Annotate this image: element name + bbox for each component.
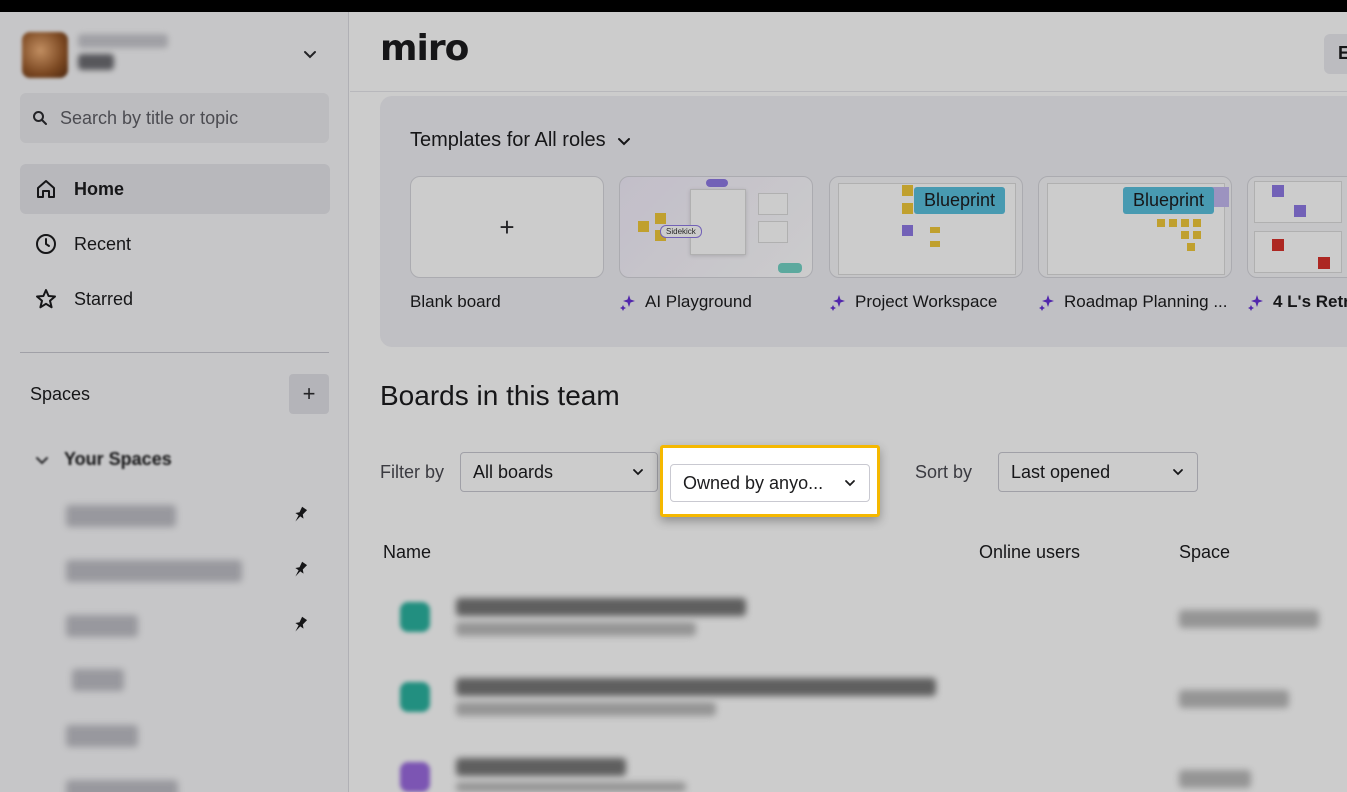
column-header-name[interactable]: Name: [383, 542, 431, 563]
blueprint-badge: Blueprint: [914, 187, 1006, 214]
home-icon: [37, 180, 55, 198]
sparkle-icon: [1039, 295, 1054, 311]
space-item-blurred[interactable]: [66, 615, 138, 637]
sidebar: Search by title or topic Home Recent Sta…: [0, 12, 349, 792]
template-thumbnail[interactable]: Blueprint: [829, 176, 1023, 278]
template-label: AI Playground: [619, 292, 813, 312]
column-header-online-users: Online users: [979, 542, 1081, 562]
board-icon: [400, 602, 430, 632]
filter-label: Filter by: [380, 462, 445, 482]
board-type-filter[interactable]: All boards: [460, 452, 658, 492]
nav-home[interactable]: Home: [20, 164, 330, 214]
templates-role-dropdown[interactable]: Templates for All roles: [410, 129, 632, 152]
nav-home-label: Home: [74, 178, 125, 199]
templates-panel: Templates for All roles + Blank board Si…: [380, 96, 1347, 347]
board-title-blurred: [456, 678, 936, 696]
owner-filter-highlight: Owned by anyo...: [660, 445, 880, 517]
board-space-blurred: [1179, 690, 1289, 708]
plus-icon: +: [499, 211, 515, 242]
owner-filter-value: Owned by anyo...: [683, 472, 824, 493]
chevron-down-icon: [1173, 469, 1183, 476]
chevron-down-icon: [633, 469, 643, 476]
space-item-blurred[interactable]: [66, 725, 138, 747]
team-subtitle-blurred: [78, 54, 114, 70]
space-item-blurred[interactable]: [72, 669, 124, 691]
board-meta-blurred: [456, 702, 716, 716]
search-input[interactable]: Search by title or topic: [20, 93, 329, 143]
sort-select[interactable]: Last opened: [998, 452, 1198, 492]
sidekick-badge: Sidekick: [660, 225, 702, 238]
column-header-space[interactable]: Space: [1179, 542, 1230, 563]
sort-select-value: Last opened: [1011, 461, 1111, 482]
chevron-down-icon: [617, 137, 630, 145]
chevron-down-icon[interactable]: [302, 46, 318, 62]
miro-logo[interactable]: miro: [380, 28, 469, 69]
sort-label: Sort by: [915, 462, 973, 482]
template-card-project-workspace[interactable]: Blueprint Project Workspace: [829, 176, 1023, 312]
main-content: miro E Templates for All roles + Blank b…: [350, 12, 1347, 792]
space-item-blurred[interactable]: [66, 505, 176, 527]
blueprint-badge: Blueprint: [1123, 187, 1215, 214]
template-thumbnail[interactable]: +: [410, 176, 604, 278]
nav-recent-label: Recent: [74, 233, 132, 254]
pin-icon[interactable]: [290, 560, 310, 580]
sparkle-icon: [620, 295, 635, 311]
spaces-heading: Spaces: [30, 384, 91, 404]
top-bar: miro E: [350, 12, 1347, 92]
templates-title: Templates for All roles: [410, 129, 606, 151]
boards-heading: Boards in this team: [380, 380, 620, 411]
chevron-down-icon: [36, 456, 48, 464]
template-thumbnail[interactable]: Blueprint: [1038, 176, 1232, 278]
your-spaces-toggle[interactable]: Your Spaces: [34, 449, 172, 470]
board-meta-blurred: [456, 782, 686, 792]
search-placeholder: Search by title or topic: [60, 107, 239, 128]
add-space-button[interactable]: +: [289, 374, 329, 414]
pin-icon[interactable]: [290, 615, 310, 635]
template-label: Roadmap Planning ...: [1038, 292, 1232, 312]
pin-icon[interactable]: [290, 505, 310, 525]
app-window: Search by title or topic Home Recent Sta…: [0, 12, 1347, 792]
template-thumbnail[interactable]: Sidekick: [619, 176, 813, 278]
space-item-blurred[interactable]: [66, 560, 242, 582]
top-right-button[interactable]: E: [1324, 34, 1347, 74]
nav-recent[interactable]: Recent: [20, 219, 330, 269]
template-label: Blank board: [410, 292, 501, 311]
chevron-down-icon: [845, 480, 855, 487]
board-space-blurred: [1179, 770, 1251, 788]
search-icon: [33, 111, 47, 125]
board-type-filter-value: All boards: [473, 461, 554, 482]
team-avatar: [22, 32, 68, 78]
template-card-roadmap-planning[interactable]: Blueprint Roadmap Planning ...: [1038, 176, 1232, 312]
nav-starred[interactable]: Starred: [20, 274, 330, 324]
template-card-4ls-retro[interactable]: 4 L's Retro: [1247, 176, 1347, 312]
team-switcher[interactable]: [20, 30, 330, 80]
board-title-blurred: [456, 758, 626, 776]
owner-filter[interactable]: Owned by anyo...: [670, 464, 870, 502]
board-title-blurred: [456, 598, 746, 616]
clock-icon: [36, 234, 56, 254]
template-card-ai-playground[interactable]: Sidekick AI Playground: [619, 176, 813, 312]
sparkle-icon: [830, 295, 845, 311]
your-spaces-label: Your Spaces: [64, 449, 172, 469]
star-icon: [36, 289, 56, 309]
sidebar-divider: [20, 352, 329, 353]
board-meta-blurred: [456, 622, 696, 636]
sparkle-icon: [1248, 295, 1263, 311]
board-icon: [400, 762, 430, 792]
template-thumbnail[interactable]: [1247, 176, 1347, 278]
template-card-blank[interactable]: + Blank board: [410, 176, 604, 312]
template-label: 4 L's Retro: [1247, 292, 1347, 312]
template-label: Project Workspace: [829, 292, 1023, 312]
board-icon: [400, 682, 430, 712]
nav-starred-label: Starred: [74, 288, 134, 309]
team-name-blurred: [78, 34, 168, 48]
board-space-blurred: [1179, 610, 1319, 628]
space-item-blurred[interactable]: [66, 780, 178, 792]
